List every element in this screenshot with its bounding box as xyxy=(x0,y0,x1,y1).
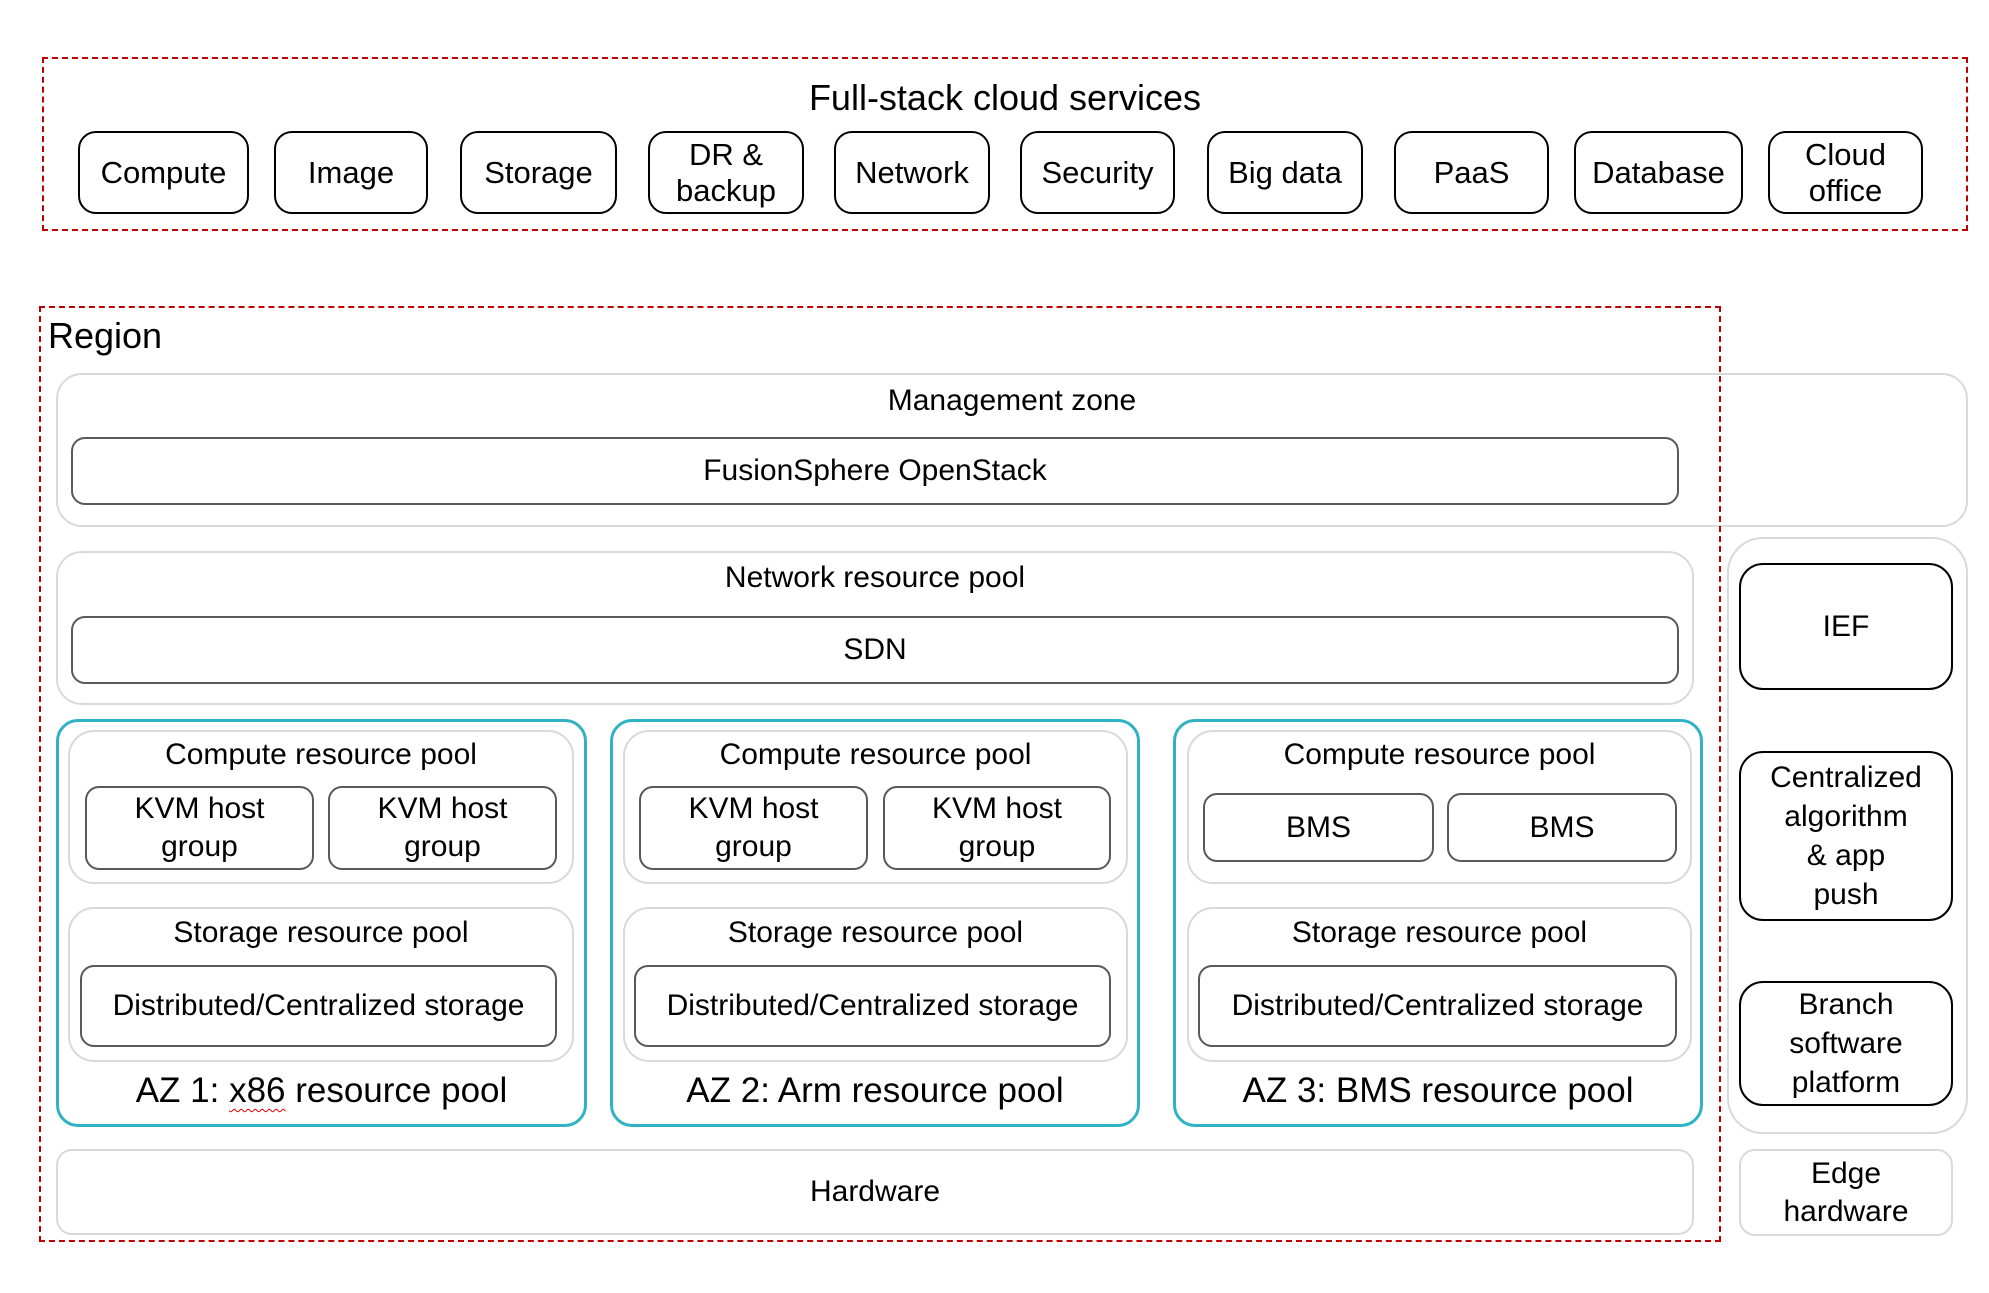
fusionsphere-openstack-box[interactable]: FusionSphere OpenStack xyxy=(71,437,1679,505)
az1-title-prefix: AZ 1: xyxy=(135,1071,230,1110)
az1-storage-pool-title: Storage resource pool xyxy=(173,916,469,949)
network-resource-pool-title: Network resource pool xyxy=(724,561,1026,594)
service-network[interactable]: Network xyxy=(834,131,990,214)
management-zone-title: Management zone xyxy=(887,384,1137,417)
az3-bms-2[interactable]: BMS xyxy=(1447,793,1677,862)
sdn-box[interactable]: SDN xyxy=(71,616,1679,684)
az3-bms-1[interactable]: BMS xyxy=(1203,793,1434,862)
az1-title-x86: x86 xyxy=(229,1071,286,1110)
service-storage[interactable]: Storage xyxy=(460,131,617,214)
az2-kvm-host-group-2[interactable]: KVM host group xyxy=(883,786,1111,870)
service-security[interactable]: Security xyxy=(1020,131,1175,214)
service-database[interactable]: Database xyxy=(1574,131,1743,214)
edge-branch-software-platform[interactable]: Branch software platform xyxy=(1739,981,1953,1106)
az1-distributed-storage[interactable]: Distributed/Centralized storage xyxy=(80,965,557,1047)
service-paas[interactable]: PaaS xyxy=(1394,131,1549,214)
hardware-layer: Hardware xyxy=(56,1149,1694,1235)
service-image[interactable]: Image xyxy=(274,131,428,214)
region-title: Region xyxy=(48,315,163,356)
az2-title: AZ 2: Arm resource pool xyxy=(686,1071,1064,1110)
az2-kvm-host-group-1[interactable]: KVM host group xyxy=(639,786,868,870)
az1-title: AZ 1: x86 resource pool xyxy=(56,1069,587,1113)
az2-distributed-storage[interactable]: Distributed/Centralized storage xyxy=(634,965,1111,1047)
az3-compute-pool-title: Compute resource pool xyxy=(1283,738,1596,771)
edge-centralized-algorithm-app-push[interactable]: Centralized algorithm & app push xyxy=(1739,751,1953,921)
az3-distributed-storage[interactable]: Distributed/Centralized storage xyxy=(1198,965,1677,1047)
az3-title: AZ 3: BMS resource pool xyxy=(1242,1071,1634,1110)
az2-storage-pool-title: Storage resource pool xyxy=(727,916,1024,949)
az1-kvm-host-group-1[interactable]: KVM host group xyxy=(85,786,314,870)
cloud-services-title: Full-stack cloud services xyxy=(808,77,1202,118)
edge-ief[interactable]: IEF xyxy=(1739,563,1953,690)
az1-compute-pool-title: Compute resource pool xyxy=(165,738,477,771)
az3-storage-pool-title: Storage resource pool xyxy=(1291,916,1588,949)
az1-title-suffix: resource pool xyxy=(285,1071,508,1110)
edge-hardware: Edge hardware xyxy=(1739,1149,1953,1236)
az1-kvm-host-group-2[interactable]: KVM host group xyxy=(328,786,557,870)
service-compute[interactable]: Compute xyxy=(78,131,249,214)
service-big-data[interactable]: Big data xyxy=(1207,131,1363,214)
service-cloud-office[interactable]: Cloud office xyxy=(1768,131,1923,214)
service-dr-backup[interactable]: DR & backup xyxy=(648,131,804,214)
az2-compute-pool-title: Compute resource pool xyxy=(719,738,1032,771)
